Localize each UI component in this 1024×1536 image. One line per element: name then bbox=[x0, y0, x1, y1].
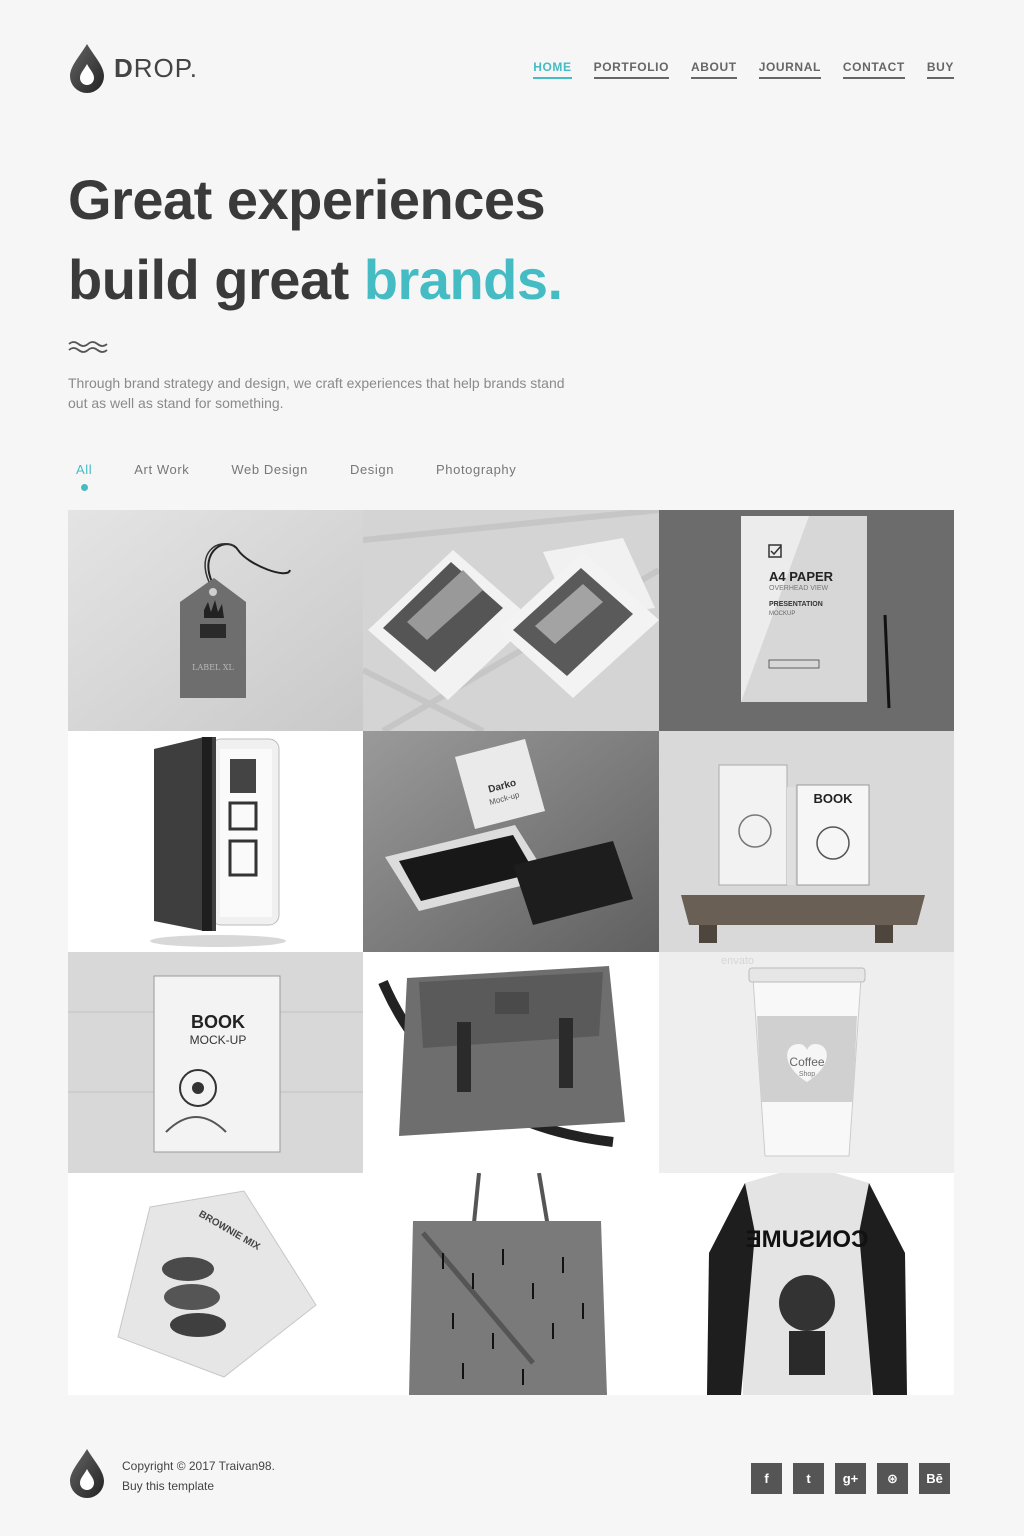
portfolio-item-brochures[interactable] bbox=[363, 510, 659, 731]
logo-rest: ROP. bbox=[133, 52, 198, 83]
filter-design[interactable]: Design bbox=[342, 460, 402, 479]
buy-template-link[interactable]: Buy this template bbox=[122, 1479, 214, 1493]
drop-logo-icon bbox=[70, 44, 104, 93]
paper-title: A4 PAPER bbox=[769, 569, 834, 584]
paper-line: PRESENTATION bbox=[769, 601, 823, 608]
nav-home[interactable]: HOME bbox=[533, 60, 572, 79]
portfolio-item-tote-bag[interactable] bbox=[363, 1173, 659, 1395]
site-header: DROP. HOME PORTFOLIO ABOUT JOURNAL CONTA… bbox=[68, 42, 954, 94]
hero-accent: brands. bbox=[363, 248, 563, 311]
portfolio-grid: LABEL XL A4 PAPER OVERHEAD VIEW PRESENTA… bbox=[68, 510, 954, 1395]
filter-all[interactable]: All bbox=[68, 460, 100, 491]
portfolio-item-book-cover[interactable]: BOOK MOCK-UP bbox=[68, 952, 363, 1173]
label-tag-image: LABEL XL bbox=[68, 510, 363, 731]
logo-wordmark: DROP. bbox=[114, 53, 198, 84]
facebook-icon[interactable]: f bbox=[751, 1463, 782, 1494]
paper-line-2: MOCKUP bbox=[769, 611, 795, 617]
watermark-text: envato bbox=[721, 955, 754, 967]
tablet-image bbox=[68, 731, 363, 952]
logo-initial: D bbox=[114, 52, 134, 83]
copyright-text: Copyright © 2017 Traivan98. bbox=[122, 1459, 275, 1473]
filter-art-work[interactable]: Art Work bbox=[126, 460, 197, 479]
social-links: f t g+ ⊛ Bē bbox=[751, 1463, 950, 1494]
coffee-label: Coffee bbox=[789, 1055, 824, 1069]
coffee-sub: Shop bbox=[799, 1071, 815, 1078]
book-subtitle: MOCK-UP bbox=[190, 1033, 247, 1047]
book-title: BOOK bbox=[191, 1012, 245, 1032]
book-cover-image: BOOK MOCK-UP bbox=[68, 952, 363, 1173]
tag-text: LABEL XL bbox=[192, 663, 234, 672]
brownie-mix-image: BROWNIE MIX bbox=[68, 1173, 363, 1395]
portfolio-item-business-cards[interactable]: Darko Mock-up bbox=[363, 731, 659, 952]
hero: Great experiences build great brands. bbox=[68, 160, 688, 320]
intro-text: Through brand strategy and design, we cr… bbox=[68, 375, 565, 411]
portfolio-item-a4-paper[interactable]: A4 PAPER OVERHEAD VIEW PRESENTATION MOCK… bbox=[659, 510, 954, 731]
portfolio-filters: All Art Work Web Design Design Photograp… bbox=[68, 460, 524, 491]
nav-portfolio[interactable]: PORTFOLIO bbox=[593, 60, 670, 79]
messenger-bag-image bbox=[363, 952, 659, 1173]
portfolio-item-messenger-bag[interactable] bbox=[363, 952, 659, 1173]
footer-drop-logo-icon bbox=[70, 1449, 104, 1498]
portfolio-item-t-shirt[interactable]: CONSUME bbox=[659, 1173, 954, 1395]
portfolio-item-coffee-cup[interactable]: envato Coffee Shop bbox=[659, 952, 954, 1173]
coffee-cup-image: envato Coffee Shop bbox=[659, 952, 954, 1173]
t-shirt-print: CONSUME bbox=[746, 1226, 869, 1253]
filter-photography[interactable]: Photography bbox=[428, 460, 524, 479]
nav-contact[interactable]: CONTACT bbox=[842, 60, 905, 79]
main-nav: HOME PORTFOLIO ABOUT JOURNAL CONTACT BUY bbox=[533, 60, 954, 79]
business-card-image: Darko Mock-up bbox=[363, 731, 659, 952]
t-shirt-image: CONSUME bbox=[659, 1173, 954, 1395]
site-footer: Copyright © 2017 Traivan98. Buy this tem… bbox=[68, 1446, 954, 1502]
portfolio-item-tablet[interactable] bbox=[68, 731, 363, 952]
behance-icon[interactable]: Bē bbox=[919, 1463, 950, 1494]
wave-divider-icon bbox=[68, 341, 108, 353]
book-shelf-image: BOOK bbox=[659, 731, 954, 952]
footer-text: Copyright © 2017 Traivan98. Buy this tem… bbox=[122, 1456, 275, 1496]
portfolio-item-book-shelf[interactable]: BOOK bbox=[659, 731, 954, 952]
paper-subtitle: OVERHEAD VIEW bbox=[769, 585, 829, 592]
hero-line-2: build great bbox=[68, 248, 349, 311]
twitter-icon[interactable]: t bbox=[793, 1463, 824, 1494]
a4-paper-image: A4 PAPER OVERHEAD VIEW PRESENTATION MOCK… bbox=[659, 510, 954, 731]
portfolio-item-brownie-mix[interactable]: BROWNIE MIX bbox=[68, 1173, 363, 1395]
filter-web-design[interactable]: Web Design bbox=[223, 460, 316, 479]
nav-journal[interactable]: JOURNAL bbox=[758, 60, 821, 79]
nav-about[interactable]: ABOUT bbox=[691, 60, 737, 79]
portfolio-item-label-tag[interactable]: LABEL XL bbox=[68, 510, 363, 731]
google-plus-icon[interactable]: g+ bbox=[835, 1463, 866, 1494]
brochure-image bbox=[363, 510, 659, 731]
site-logo[interactable]: DROP. bbox=[68, 42, 198, 94]
hero-line-1: Great experiences bbox=[68, 168, 546, 231]
nav-buy[interactable]: BUY bbox=[926, 60, 954, 79]
shelf-book-title: BOOK bbox=[814, 791, 854, 806]
dribbble-icon[interactable]: ⊛ bbox=[877, 1463, 908, 1494]
tote-bag-image bbox=[363, 1173, 659, 1395]
hero-heading: Great experiences build great brands. bbox=[68, 160, 688, 320]
